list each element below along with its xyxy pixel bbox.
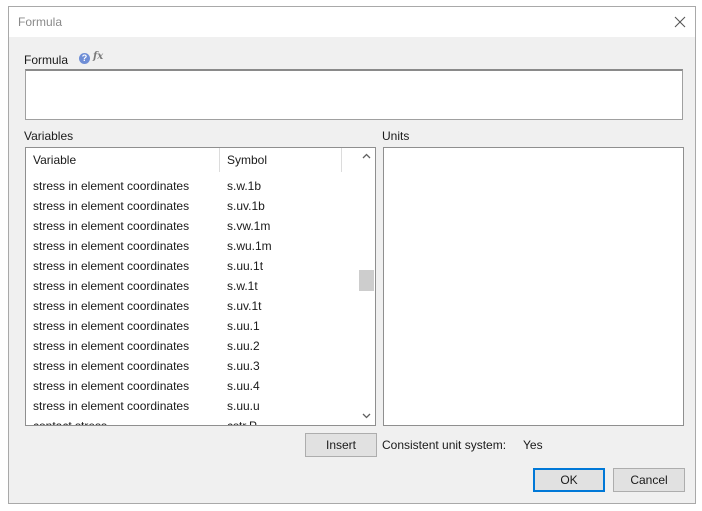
chevron-up-icon <box>362 153 371 159</box>
help-icon[interactable]: ? <box>79 53 90 64</box>
variable-cell: stress in element coordinates <box>33 259 190 273</box>
variables-list: stress in element coordinates s.w.1b stre… <box>26 176 358 426</box>
units-label: Units <box>382 129 410 143</box>
symbol-cell: s.uu.1 <box>227 319 260 333</box>
table-row[interactable]: stress in element coordinates s.w.1t <box>26 276 358 296</box>
variable-cell: stress in element coordinates <box>33 379 190 393</box>
table-row[interactable]: stress in element coordinates s.uu.4 <box>26 376 358 396</box>
variable-cell: stress in element coordinates <box>33 219 190 233</box>
table-row[interactable]: stress in element coordinates s.uv.1b <box>26 196 358 216</box>
table-row[interactable]: stress in element coordinates s.uv.1t <box>26 296 358 316</box>
column-header-symbol[interactable]: Symbol <box>220 148 342 172</box>
table-row[interactable]: contact stress cstr.P <box>26 416 358 426</box>
scrollbar-thumb[interactable] <box>359 270 374 291</box>
symbol-cell: s.uu.u <box>227 399 260 413</box>
symbol-cell: cstr.P <box>227 419 258 426</box>
table-row[interactable]: stress in element coordinates s.uu.3 <box>26 356 358 376</box>
variables-scrollbar[interactable] <box>358 148 375 425</box>
table-row[interactable]: stress in element coordinates s.uu.u <box>26 396 358 416</box>
variable-cell: stress in element coordinates <box>33 199 190 213</box>
close-icon <box>674 16 686 28</box>
column-header-variable[interactable]: Variable <box>26 148 220 172</box>
variable-cell: stress in element coordinates <box>33 239 190 253</box>
symbol-cell: s.uv.1t <box>227 299 262 313</box>
chevron-down-icon <box>362 413 371 419</box>
table-row[interactable]: stress in element coordinates s.w.1b <box>26 176 358 196</box>
table-row[interactable]: stress in element coordinates s.uu.1t <box>26 256 358 276</box>
units-list[interactable] <box>383 147 684 426</box>
symbol-cell: s.uu.2 <box>227 339 260 353</box>
variables-label: Variables <box>24 129 74 143</box>
symbol-cell: s.uv.1b <box>227 199 265 213</box>
scroll-down-button[interactable] <box>358 408 375 425</box>
fx-icon[interactable]: fx <box>93 51 103 62</box>
symbol-cell: s.w.1t <box>227 279 258 293</box>
formula-input[interactable] <box>25 69 683 120</box>
variable-cell: stress in element coordinates <box>33 319 190 333</box>
table-row[interactable]: stress in element coordinates s.uu.2 <box>26 336 358 356</box>
variable-cell: stress in element coordinates <box>33 359 190 373</box>
symbol-cell: s.w.1b <box>227 179 262 193</box>
table-row[interactable]: stress in element coordinates s.uu.1 <box>26 316 358 336</box>
window-title: Formula <box>18 15 63 29</box>
formula-dialog: Formula Formula ? fx Variables Units Var… <box>8 6 696 504</box>
symbol-cell: s.uu.3 <box>227 359 260 373</box>
symbol-cell: s.uu.1t <box>227 259 264 273</box>
table-row[interactable]: stress in element coordinates s.vw.1m <box>26 216 358 236</box>
insert-button[interactable]: Insert <box>305 433 377 457</box>
variables-table: Variable Symbol stress in element coordi… <box>25 147 376 426</box>
variable-cell: stress in element coordinates <box>33 179 190 193</box>
table-row[interactable]: stress in element coordinates s.wu.1m <box>26 236 358 256</box>
scroll-up-button[interactable] <box>358 148 375 165</box>
variable-cell: contact stress <box>33 419 108 426</box>
close-button[interactable] <box>665 7 695 37</box>
title-bar: Formula <box>9 7 695 37</box>
ok-button[interactable]: OK <box>533 468 605 492</box>
variable-cell: stress in element coordinates <box>33 279 190 293</box>
symbol-cell: s.uu.4 <box>227 379 260 393</box>
cancel-button[interactable]: Cancel <box>613 468 685 492</box>
variable-cell: stress in element coordinates <box>33 339 190 353</box>
symbol-cell: s.wu.1m <box>227 239 272 253</box>
consistent-unit-system-value: Yes <box>523 438 543 452</box>
formula-label: Formula <box>24 53 69 67</box>
variable-cell: stress in element coordinates <box>33 399 190 413</box>
table-header: Variable Symbol <box>26 148 358 172</box>
variable-cell: stress in element coordinates <box>33 299 190 313</box>
consistent-unit-system-label: Consistent unit system: <box>382 438 507 452</box>
symbol-cell: s.vw.1m <box>227 219 271 233</box>
